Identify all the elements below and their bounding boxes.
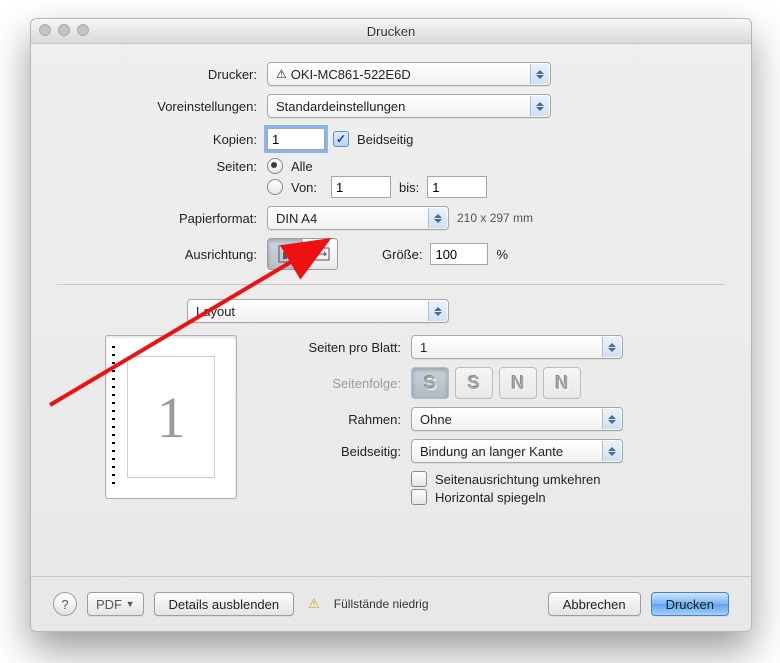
pages-per-sheet-value: 1	[420, 340, 427, 355]
printer-value: OKI-MC861-522E6D	[291, 67, 411, 82]
border-select[interactable]: Ohne	[411, 407, 623, 431]
print-dialog: Drucken Drucker: ⚠ OKI-MC861-522E6D Vore…	[30, 18, 752, 632]
pdf-menu-button[interactable]: PDF ▼	[87, 592, 144, 616]
copies-label: Kopien:	[57, 132, 267, 147]
two-sided-mode-select[interactable]: Bindung an langer Kante	[411, 439, 623, 463]
orientation-segment	[267, 238, 338, 270]
scale-label: Größe:	[382, 247, 422, 262]
titlebar: Drucken	[31, 19, 751, 44]
two-sided-label: Beidseitig	[357, 132, 413, 147]
pages-per-sheet-label: Seiten pro Blatt:	[261, 340, 411, 355]
layout-dir-4[interactable]: N	[543, 367, 581, 399]
layout-direction-group: S S N N	[411, 367, 581, 399]
flip-horizontal-label: Horizontal spiegeln	[435, 490, 546, 505]
page-from-input[interactable]	[331, 176, 391, 198]
orientation-label: Ausrichtung:	[57, 247, 267, 262]
low-supplies-icon: ⚠	[308, 596, 320, 612]
two-sided-mode-value: Bindung an langer Kante	[420, 444, 563, 459]
cancel-button[interactable]: Abbrechen	[548, 592, 641, 616]
flip-horizontal-checkbox[interactable]	[411, 489, 427, 505]
hide-details-button[interactable]: Details ausblenden	[154, 592, 295, 616]
pages-from-label: Von:	[291, 180, 323, 195]
two-sided-checkbox[interactable]	[333, 131, 349, 147]
pages-per-sheet-select[interactable]: 1	[411, 335, 623, 359]
warning-icon: ⚠	[276, 67, 287, 81]
scale-percent: %	[496, 247, 508, 262]
section-value: Layout	[196, 304, 235, 319]
preview-pane: 1	[105, 335, 237, 499]
page-to-input[interactable]	[427, 176, 487, 198]
copies-input[interactable]	[267, 128, 325, 150]
reverse-orientation-checkbox[interactable]	[411, 471, 427, 487]
presets-select[interactable]: Standardeinstellungen	[267, 94, 551, 118]
window-controls[interactable]	[39, 24, 89, 36]
print-button[interactable]: Drucken	[651, 592, 729, 616]
layout-dir-2[interactable]: S	[455, 367, 493, 399]
orientation-portrait-button[interactable]	[268, 239, 302, 269]
paper-label: Papierformat:	[57, 211, 267, 226]
layout-dir-1[interactable]: S	[411, 367, 449, 399]
pages-to-label: bis:	[399, 180, 419, 195]
paper-dimensions: 210 x 297 mm	[457, 211, 533, 225]
layout-direction-label: Seitenfolge:	[261, 376, 411, 391]
preview-page-number: 1	[127, 356, 215, 478]
section-select[interactable]: Layout	[187, 299, 449, 323]
button-bar: ? PDF ▼ Details ausblenden ⚠ Füllstände …	[31, 576, 751, 631]
layout-dir-3[interactable]: N	[499, 367, 537, 399]
pages-range-radio[interactable]	[267, 179, 283, 195]
scale-input[interactable]	[430, 243, 488, 265]
printer-label: Drucker:	[57, 67, 267, 82]
presets-label: Voreinstellungen:	[57, 99, 267, 114]
paper-select[interactable]: DIN A4	[267, 206, 449, 230]
help-button[interactable]: ?	[53, 592, 77, 616]
pages-all-label: Alle	[291, 159, 313, 174]
pages-label: Seiten:	[57, 159, 267, 174]
pages-all-radio[interactable]	[267, 158, 283, 174]
orientation-landscape-button[interactable]	[302, 239, 337, 269]
chevron-down-icon: ▼	[126, 599, 135, 609]
border-label: Rahmen:	[261, 412, 411, 427]
paper-value: DIN A4	[276, 211, 317, 226]
two-sided-mode-label: Beidseitig:	[261, 444, 411, 459]
low-supplies-text: Füllstände niedrig	[334, 597, 429, 611]
reverse-orientation-label: Seitenausrichtung umkehren	[435, 472, 601, 487]
printer-select[interactable]: ⚠ OKI-MC861-522E6D	[267, 62, 551, 86]
presets-value: Standardeinstellungen	[276, 99, 405, 114]
border-value: Ohne	[420, 412, 452, 427]
binding-icon	[112, 346, 115, 488]
window-title: Drucken	[367, 24, 415, 39]
